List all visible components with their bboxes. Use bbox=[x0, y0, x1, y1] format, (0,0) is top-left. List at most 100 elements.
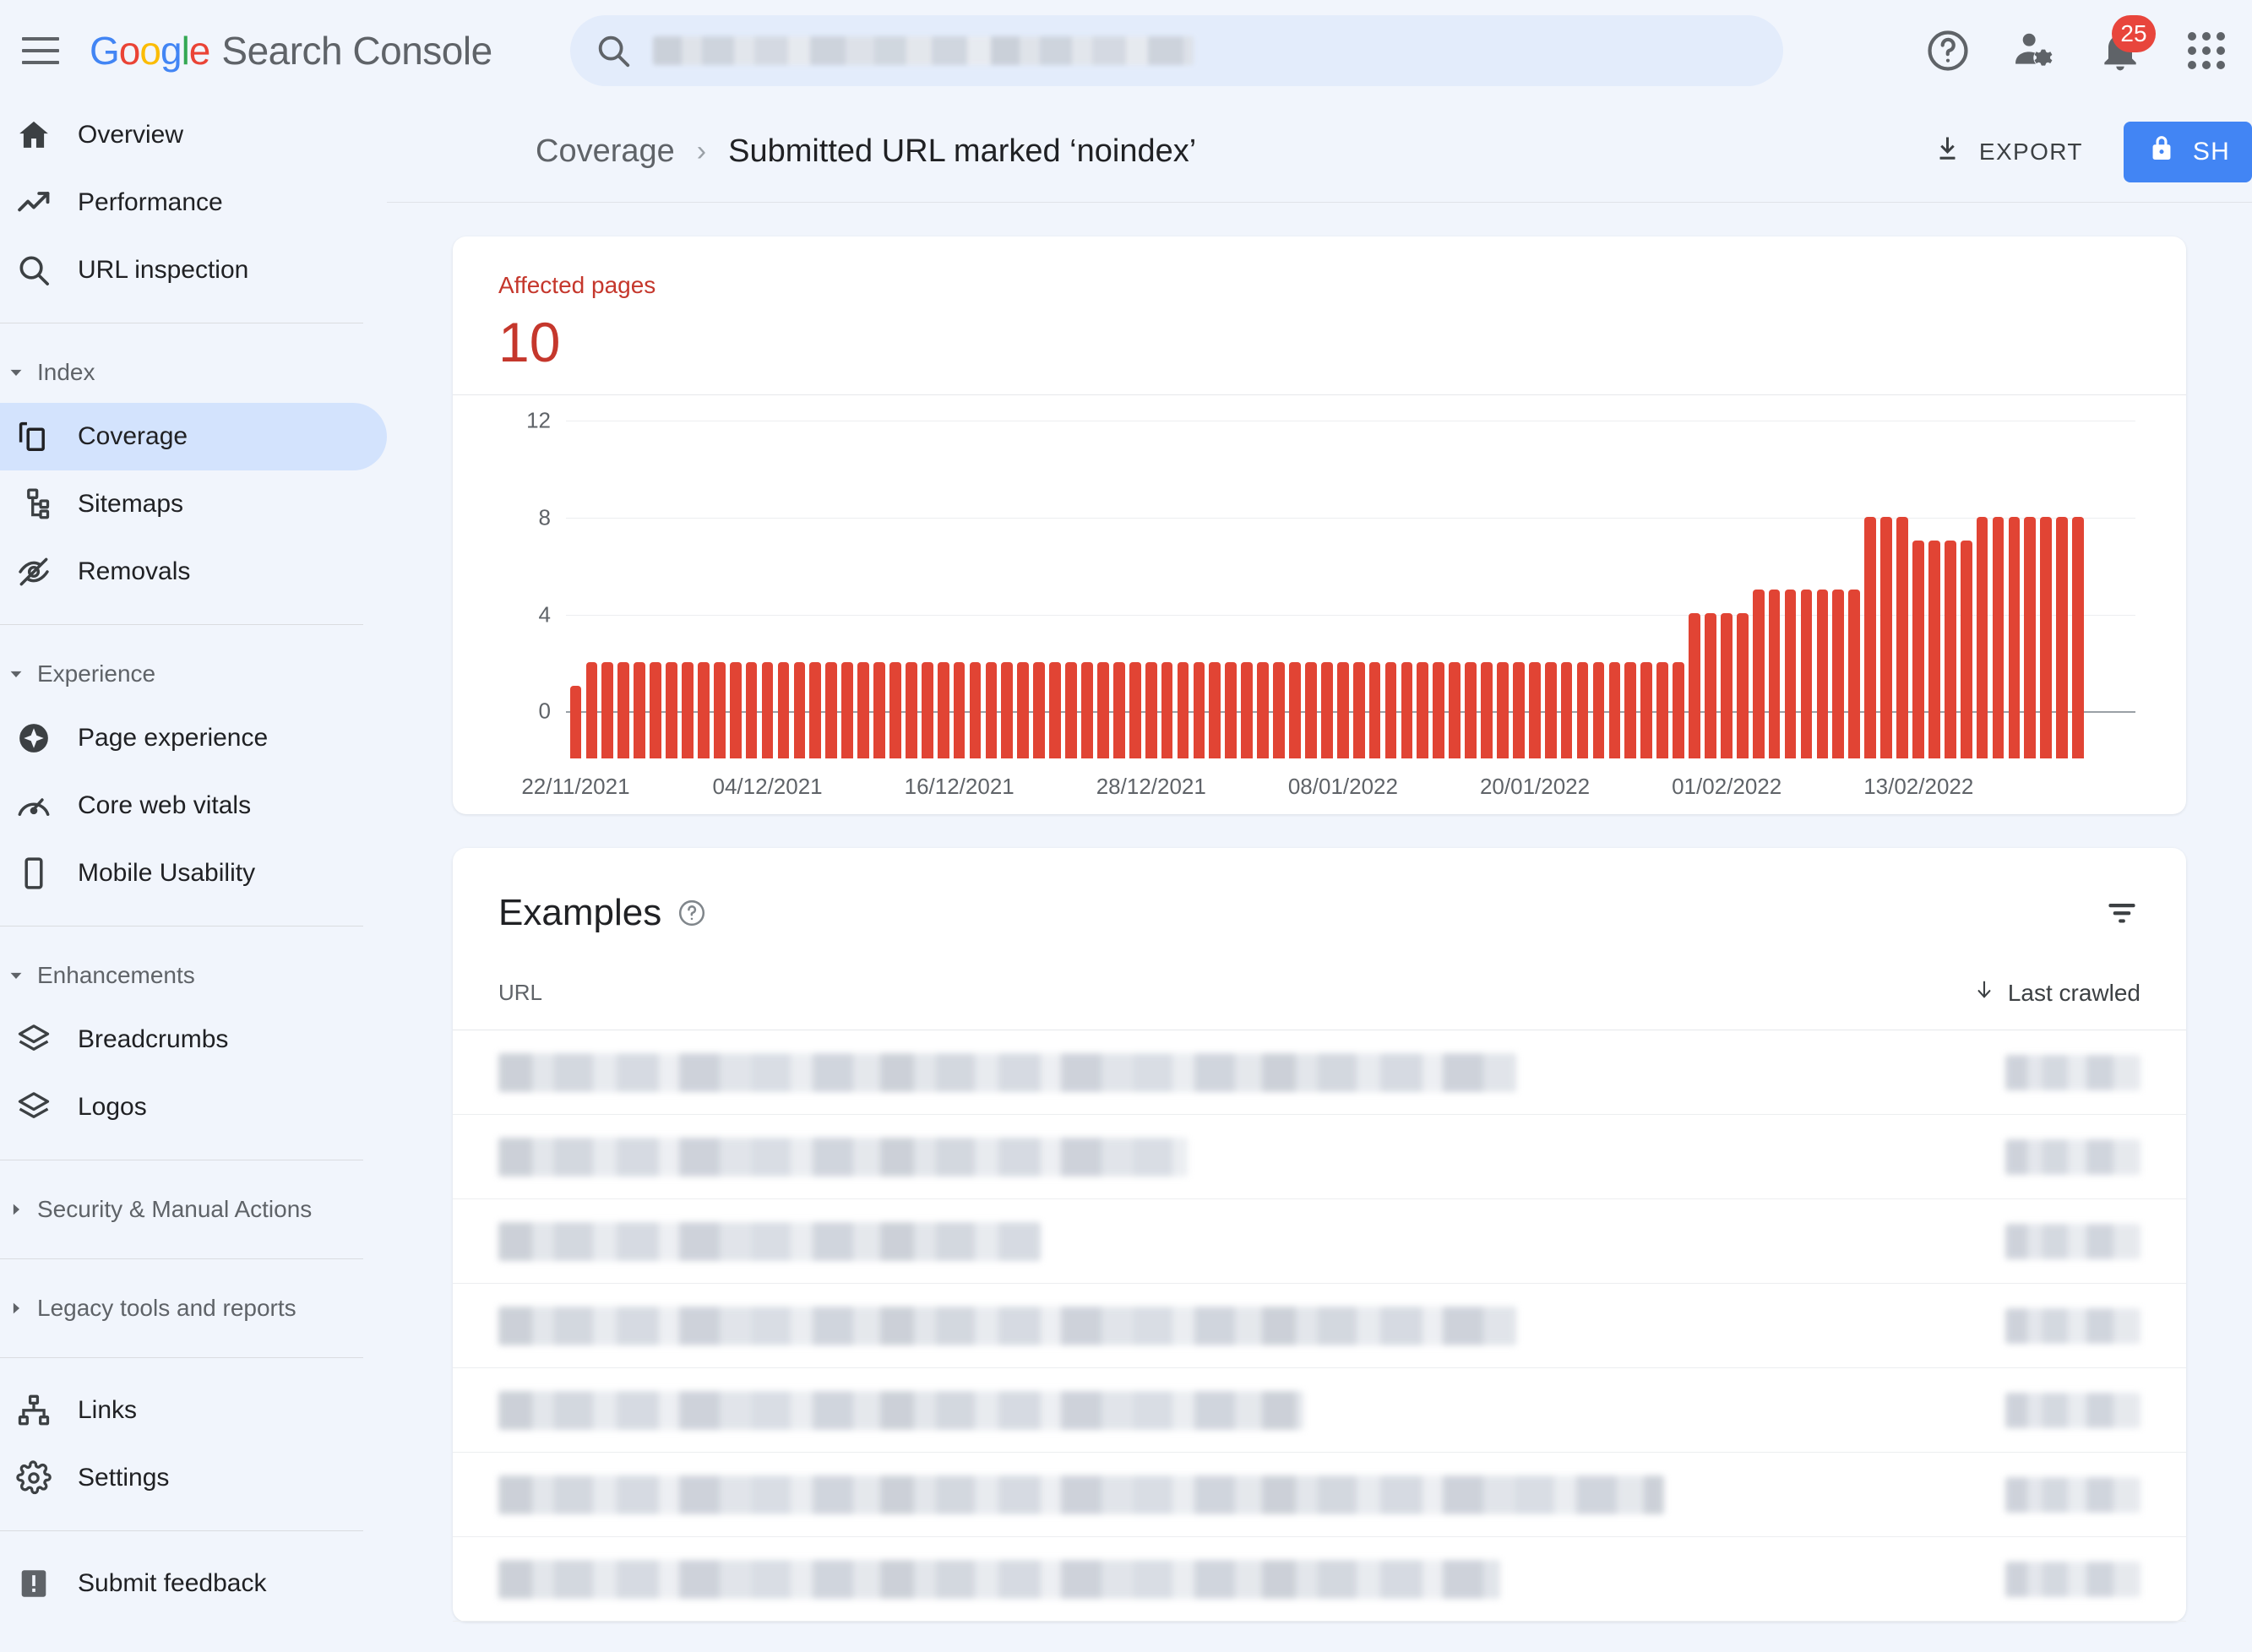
table-row[interactable] bbox=[453, 1537, 2186, 1622]
chart-bar[interactable] bbox=[1065, 661, 1077, 759]
chart-bar[interactable] bbox=[2056, 516, 2069, 759]
chart-bar[interactable] bbox=[1336, 661, 1349, 759]
chart-bar[interactable] bbox=[1209, 661, 1221, 759]
chart-bar[interactable] bbox=[1848, 589, 1861, 759]
chart-bar[interactable] bbox=[1497, 661, 1509, 759]
chart-bar[interactable] bbox=[1608, 661, 1621, 759]
filter-icon[interactable] bbox=[2103, 894, 2140, 932]
chart-bar[interactable] bbox=[1049, 661, 1061, 759]
chart-bar[interactable] bbox=[1880, 516, 1892, 759]
chart-bar[interactable] bbox=[1481, 661, 1493, 759]
users-and-permissions-icon[interactable] bbox=[2010, 27, 2058, 74]
notifications-bell-icon[interactable]: 25 bbox=[2097, 15, 2156, 74]
chart-bar[interactable] bbox=[569, 686, 582, 759]
chart-bar[interactable] bbox=[1097, 661, 1109, 759]
chart-bar[interactable] bbox=[1864, 516, 1876, 759]
sidebar-item-breadcrumbs[interactable]: Breadcrumbs bbox=[0, 1006, 387, 1073]
chart-bar[interactable] bbox=[777, 661, 790, 759]
chart-bar[interactable] bbox=[1544, 661, 1557, 759]
hamburger-menu-icon[interactable] bbox=[22, 37, 59, 64]
sidebar-item-sitemaps[interactable]: Sitemaps bbox=[0, 470, 387, 538]
chart-bar[interactable] bbox=[2072, 516, 2084, 759]
table-row[interactable] bbox=[453, 1368, 2186, 1454]
chart-bar[interactable] bbox=[1576, 661, 1589, 759]
table-row[interactable] bbox=[453, 1199, 2186, 1285]
search-input[interactable] bbox=[652, 36, 1194, 65]
chart-bar[interactable] bbox=[1273, 661, 1285, 759]
chart-bar[interactable] bbox=[713, 661, 726, 759]
chart-bar[interactable] bbox=[1145, 661, 1157, 759]
chart-bar[interactable] bbox=[1241, 661, 1254, 759]
chart-bar[interactable] bbox=[1417, 661, 1429, 759]
chart-bar[interactable] bbox=[1592, 661, 1605, 759]
chart-bar[interactable] bbox=[921, 661, 933, 759]
chart-bar[interactable] bbox=[1465, 661, 1477, 759]
breadcrumb-parent[interactable]: Coverage bbox=[536, 133, 675, 170]
chart-bar[interactable] bbox=[1257, 661, 1269, 759]
cell-url[interactable] bbox=[498, 1559, 1500, 1599]
chart-bar[interactable] bbox=[1449, 661, 1461, 759]
cell-url[interactable] bbox=[498, 1137, 1189, 1177]
chart-bar[interactable] bbox=[1320, 661, 1333, 759]
chart-bar[interactable] bbox=[697, 661, 710, 759]
chart-bar[interactable] bbox=[2024, 516, 2037, 759]
property-search-bar[interactable] bbox=[569, 15, 1783, 86]
chart-bar[interactable] bbox=[1112, 661, 1125, 759]
chart-bar[interactable] bbox=[889, 661, 901, 759]
help-icon[interactable] bbox=[1924, 27, 1972, 74]
chart-bar[interactable] bbox=[841, 661, 853, 759]
chart-bar[interactable] bbox=[1001, 661, 1014, 759]
sidebar-item-overview[interactable]: Overview bbox=[0, 101, 387, 169]
chart-bar[interactable] bbox=[2040, 516, 2053, 759]
cell-url[interactable] bbox=[498, 1052, 1517, 1092]
chart-bar[interactable] bbox=[969, 661, 982, 759]
chart-bar[interactable] bbox=[1033, 661, 1046, 759]
chart-bar[interactable] bbox=[634, 661, 646, 759]
chart-bar[interactable] bbox=[1368, 661, 1381, 759]
table-row[interactable] bbox=[453, 1284, 2186, 1369]
chart-bar[interactable] bbox=[1129, 661, 1141, 759]
sidebar-group-experience[interactable]: Experience bbox=[0, 644, 387, 704]
sidebar-group-legacy-tools-and-reports[interactable]: Legacy tools and reports bbox=[0, 1278, 387, 1339]
sidebar-item-coverage[interactable]: Coverage bbox=[0, 403, 387, 470]
column-header-last-crawled[interactable]: Last crawled bbox=[1972, 978, 2140, 1008]
chart-bar[interactable] bbox=[1193, 661, 1205, 759]
sidebar-item-performance[interactable]: Performance bbox=[0, 169, 387, 236]
table-row[interactable] bbox=[453, 1453, 2186, 1538]
cell-url[interactable] bbox=[498, 1306, 1517, 1345]
sidebar-group-index[interactable]: Index bbox=[0, 342, 387, 403]
chart-bar[interactable] bbox=[857, 661, 869, 759]
chart-bar[interactable] bbox=[1784, 589, 1797, 759]
chart-bar[interactable] bbox=[809, 661, 822, 759]
chart-bar[interactable] bbox=[1816, 589, 1829, 759]
chart-bar[interactable] bbox=[1832, 589, 1845, 759]
chart-bar[interactable] bbox=[1960, 541, 1972, 759]
export-button[interactable]: EXPORT bbox=[1912, 120, 2105, 183]
chart-bar[interactable] bbox=[585, 661, 598, 759]
chart-bar[interactable] bbox=[1705, 613, 1716, 759]
chart-bar[interactable] bbox=[1944, 541, 1956, 759]
chart-bar[interactable] bbox=[1928, 541, 1940, 759]
share-button[interactable]: SH bbox=[2123, 121, 2252, 182]
sidebar-item-links[interactable]: Links bbox=[0, 1377, 387, 1444]
chart-bar[interactable] bbox=[1976, 516, 1988, 759]
chart-bar[interactable] bbox=[682, 661, 694, 759]
google-apps-grid-icon[interactable] bbox=[2183, 27, 2230, 74]
chart-bar[interactable] bbox=[1896, 516, 1908, 759]
sidebar-group-enhancements[interactable]: Enhancements bbox=[0, 945, 387, 1006]
chart-bar[interactable] bbox=[1560, 661, 1573, 759]
chart-bar[interactable] bbox=[1720, 613, 1733, 759]
chart-bar[interactable] bbox=[1433, 661, 1445, 759]
sidebar-item-submit-feedback[interactable]: Submit feedback bbox=[0, 1550, 387, 1617]
chart-bar[interactable] bbox=[1752, 589, 1765, 759]
chart-bar[interactable] bbox=[1673, 661, 1684, 759]
sidebar-item-page-experience[interactable]: Page experience bbox=[0, 704, 387, 772]
chart-bar[interactable] bbox=[1512, 661, 1525, 759]
chart-bar[interactable] bbox=[1736, 613, 1749, 759]
chart-bar[interactable] bbox=[617, 661, 630, 759]
chart-bar[interactable] bbox=[873, 661, 885, 759]
chart-bar[interactable] bbox=[1992, 516, 2004, 759]
sidebar-item-logos[interactable]: Logos bbox=[0, 1073, 387, 1141]
chart-bar[interactable] bbox=[985, 661, 998, 759]
sidebar-item-url-inspection[interactable]: URL inspection bbox=[0, 236, 387, 304]
